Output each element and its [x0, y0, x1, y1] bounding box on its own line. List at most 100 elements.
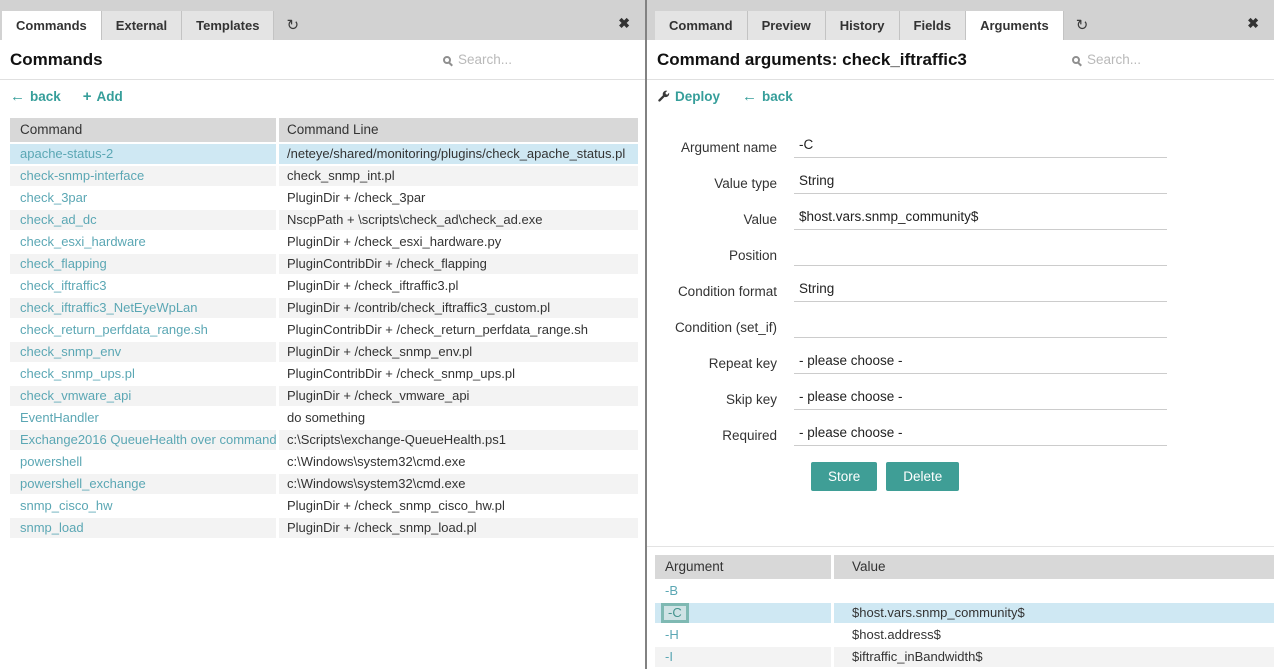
argument-table-row[interactable]: -B — [655, 581, 1274, 601]
command-link[interactable]: apache-status-2 — [20, 146, 113, 161]
command-link[interactable]: check_flapping — [20, 256, 107, 271]
arguments-table-section: Argument Value -B -C $host.vars.snmp_com… — [647, 546, 1274, 669]
argument-link[interactable]: -B — [665, 583, 678, 598]
field-input[interactable]: String — [794, 173, 1167, 194]
tab-fields[interactable]: Fields — [900, 11, 967, 40]
command-table-row[interactable]: snmp_cisco_hw PluginDir + /check_snmp_ci… — [10, 496, 638, 516]
delete-button[interactable]: Delete — [886, 462, 959, 491]
arguments-table-header: Argument Value — [655, 555, 1274, 579]
command-table-row[interactable]: check_snmp_env PluginDir + /check_snmp_e… — [10, 342, 638, 362]
command-link[interactable]: check_iftraffic3 — [20, 278, 106, 293]
back-link[interactable]: ← back — [10, 88, 61, 105]
command-link[interactable]: check_vmware_api — [20, 388, 131, 403]
command-link[interactable]: check_esxi_hardware — [20, 234, 146, 249]
command-table-row[interactable]: check_esxi_hardware PluginDir + /check_e… — [10, 232, 638, 252]
command-table-row[interactable]: apache-status-2 /neteye/shared/monitorin… — [10, 144, 638, 164]
command-link[interactable]: check_ad_dc — [20, 212, 97, 227]
command-table-row[interactable]: check_iftraffic3 PluginDir + /check_iftr… — [10, 276, 638, 296]
command-line-cell: PluginDir + /check_iftraffic3.pl — [279, 276, 638, 296]
tab-label: Commands — [16, 18, 87, 33]
tab-templates[interactable]: Templates — [182, 11, 274, 40]
field-input[interactable] — [794, 245, 1167, 266]
refresh-icon[interactable]: ↻ — [286, 18, 299, 33]
deploy-link[interactable]: Deploy — [657, 89, 720, 104]
argument-table-row[interactable]: -C $host.vars.snmp_community$ — [655, 603, 1274, 623]
back-link[interactable]: ← back — [742, 88, 793, 105]
refresh-icon[interactable]: ↻ — [1076, 18, 1089, 33]
tab-external[interactable]: External — [102, 11, 182, 40]
command-line-cell: PluginDir + /check_snmp_load.pl — [279, 518, 638, 538]
right-actions: Deploy ← back — [647, 80, 1274, 112]
close-icon[interactable]: ✖ — [1247, 16, 1259, 30]
store-button[interactable]: Store — [811, 462, 877, 491]
column-header-argument[interactable]: Argument — [655, 555, 831, 579]
column-header-value[interactable]: Value — [834, 555, 1274, 579]
tab-history[interactable]: History — [826, 11, 900, 40]
argument-link[interactable]: -C — [661, 603, 689, 623]
plus-icon: + — [83, 88, 92, 105]
field-input[interactable]: - please choose - — [794, 353, 1167, 374]
column-header-command[interactable]: Command — [10, 118, 276, 142]
command-link[interactable]: powershell — [20, 454, 82, 469]
tab-label: External — [116, 18, 167, 33]
command-link[interactable]: check_snmp_ups.pl — [20, 366, 135, 381]
command-table-row[interactable]: powershell c:\Windows\system32\cmd.exe — [10, 452, 638, 472]
form-field-row: Argument name -C — [647, 129, 1274, 165]
field-input[interactable]: - please choose - — [794, 425, 1167, 446]
tab-arguments[interactable]: Arguments — [966, 11, 1064, 40]
search-input[interactable] — [458, 52, 608, 67]
command-link[interactable]: check_3par — [20, 190, 87, 205]
command-table-row[interactable]: Exchange2016 QueueHealth over command c:… — [10, 430, 638, 450]
tab-label: History — [840, 18, 885, 33]
command-table-row[interactable]: EventHandler do something — [10, 408, 638, 428]
argument-table-row[interactable]: -I $iftraffic_inBandwidth$ — [655, 647, 1274, 667]
command-link[interactable]: powershell_exchange — [20, 476, 146, 491]
tab-label: Arguments — [980, 18, 1049, 33]
field-input[interactable] — [794, 317, 1167, 338]
field-label: Skip key — [647, 392, 794, 407]
command-table-row[interactable]: check_iftraffic3_NetEyeWpLan PluginDir +… — [10, 298, 638, 318]
tab-command[interactable]: Command — [655, 11, 748, 40]
argument-value-cell — [834, 581, 1274, 601]
wrench-icon — [657, 90, 670, 103]
command-link[interactable]: EventHandler — [20, 410, 99, 425]
command-link[interactable]: check_return_perfdata_range.sh — [20, 322, 208, 337]
tab-label: Command — [669, 18, 733, 33]
command-table-row[interactable]: check_flapping PluginContribDir + /check… — [10, 254, 638, 274]
command-link[interactable]: check-snmp-interface — [20, 168, 144, 183]
left-panel-header: Commands — [0, 40, 645, 80]
command-table-row[interactable]: powershell_exchange c:\Windows\system32\… — [10, 474, 638, 494]
argument-link[interactable]: -H — [665, 627, 679, 642]
column-header-command-line[interactable]: Command Line — [279, 118, 638, 142]
command-link[interactable]: snmp_cisco_hw — [20, 498, 113, 513]
command-table-row[interactable]: check_3par PluginDir + /check_3par — [10, 188, 638, 208]
command-table-row[interactable]: check-snmp-interface check_snmp_int.pl — [10, 166, 638, 186]
tab-commands[interactable]: Commands — [2, 11, 102, 40]
tab-label: Preview — [762, 18, 811, 33]
form-field-row: Position — [647, 237, 1274, 273]
arguments-panel: Command Preview History Fields Arguments… — [647, 0, 1274, 669]
command-link[interactable]: snmp_load — [20, 520, 84, 535]
field-input[interactable]: - please choose - — [794, 389, 1167, 410]
command-link[interactable]: check_iftraffic3_NetEyeWpLan — [20, 300, 198, 315]
field-input[interactable]: String — [794, 281, 1167, 302]
add-link[interactable]: + Add — [83, 88, 123, 105]
argument-link[interactable]: -I — [665, 649, 673, 664]
search-icon — [443, 56, 451, 64]
app-window: Commands External Templates ↻ ✖ Commands… — [0, 0, 1274, 669]
field-label: Value — [647, 212, 794, 227]
field-input[interactable]: $host.vars.snmp_community$ — [794, 209, 1167, 230]
command-table-row[interactable]: snmp_load PluginDir + /check_snmp_load.p… — [10, 518, 638, 538]
command-table-row[interactable]: check_ad_dc NscpPath + \scripts\check_ad… — [10, 210, 638, 230]
command-link[interactable]: Exchange2016 QueueHealth over command — [20, 432, 276, 447]
tab-preview[interactable]: Preview — [748, 11, 826, 40]
form-field-row: Value type String — [647, 165, 1274, 201]
command-table-row[interactable]: check_return_perfdata_range.sh PluginCon… — [10, 320, 638, 340]
close-icon[interactable]: ✖ — [618, 16, 630, 30]
command-link[interactable]: check_snmp_env — [20, 344, 121, 359]
search-input[interactable] — [1087, 52, 1237, 67]
field-input[interactable]: -C — [794, 137, 1167, 158]
argument-table-row[interactable]: -H $host.address$ — [655, 625, 1274, 645]
command-table-row[interactable]: check_snmp_ups.pl PluginContribDir + /ch… — [10, 364, 638, 384]
command-table-row[interactable]: check_vmware_api PluginDir + /check_vmwa… — [10, 386, 638, 406]
